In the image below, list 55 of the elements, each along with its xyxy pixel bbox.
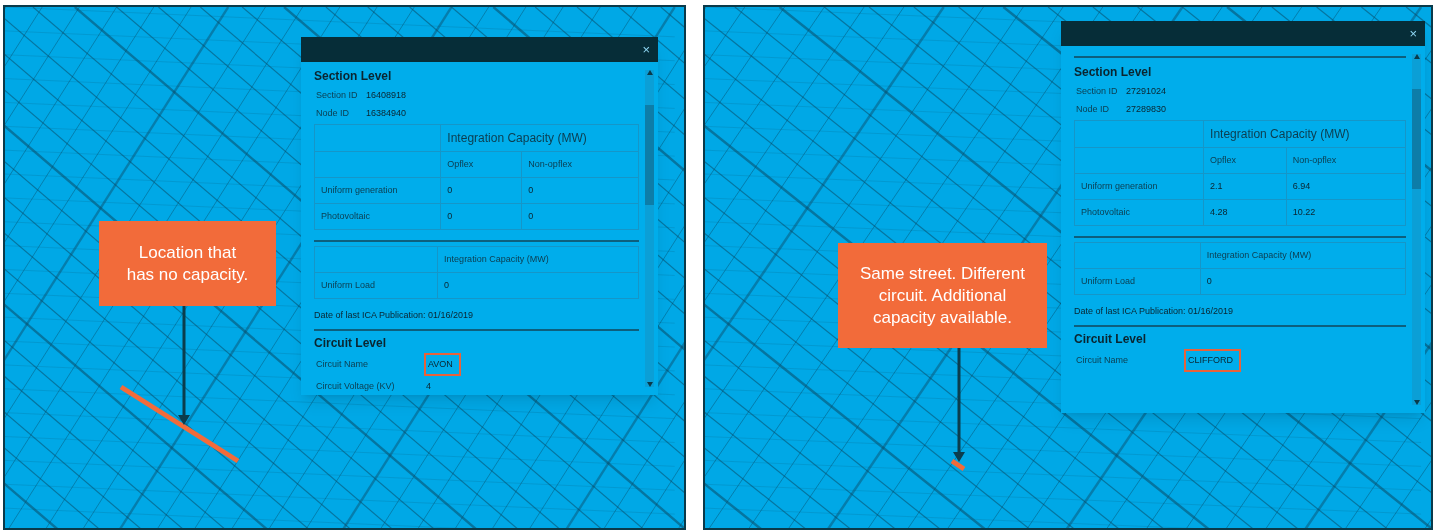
scroll-down-icon[interactable] [646, 382, 653, 387]
field-value: 27289830 [1126, 102, 1167, 116]
field-label: Circuit Name [1076, 353, 1129, 367]
table-cell: 0 [440, 177, 522, 204]
field-value: 16384940 [366, 106, 407, 120]
circuit-value: CLIFFORD [1184, 348, 1241, 372]
circuit-value: AVON [424, 352, 461, 376]
table-cell: 10.22 [1286, 199, 1406, 226]
table-cell: 6.94 [1286, 173, 1406, 200]
table-header: Integration Capacity (MW) [1203, 120, 1406, 148]
table-cell: 4.28 [1203, 199, 1287, 226]
circuit-title: Circuit Level [314, 334, 388, 352]
close-button[interactable]: × [642, 43, 650, 56]
table-cell: 0 [521, 177, 639, 204]
row-label: Uniform Load [1074, 268, 1201, 295]
field-label: Node ID [316, 106, 351, 120]
scroll-down-icon[interactable] [1413, 400, 1420, 405]
close-button[interactable]: × [1409, 27, 1417, 40]
row-label: Uniform Load [314, 272, 438, 299]
scrollbar[interactable] [1412, 54, 1421, 405]
scroll-up-icon[interactable] [1413, 54, 1420, 59]
column-header: Non-opflex [521, 151, 639, 178]
publication-date: Date of last ICA Publication: 01/16/2019 [1074, 305, 1235, 318]
table-header: Integration Capacity (MW) [437, 246, 639, 273]
field-value: 27291024 [1126, 85, 1167, 98]
table-cell: 0 [440, 203, 522, 230]
field-label: Circuit Name [316, 357, 369, 371]
scrollbar[interactable] [645, 70, 654, 387]
column-header: Opflex [440, 151, 522, 178]
scroll-up-icon[interactable] [646, 70, 653, 75]
row-label: Uniform generation [1074, 173, 1204, 200]
highlighted-street-segment [950, 458, 966, 472]
field-label: Circuit Voltage (KV) [316, 380, 396, 393]
table-cell: 0 [1200, 268, 1406, 295]
table-header: Integration Capacity (MW) [440, 124, 639, 152]
table-cell: 2.1 [1203, 173, 1287, 200]
callout-text: Location that has no capacity. [99, 221, 276, 306]
table-cell: 0 [521, 203, 639, 230]
field-label: Section ID [316, 89, 359, 102]
table-header: Integration Capacity (MW) [1200, 242, 1406, 269]
column-header: Non-opflex [1286, 147, 1406, 174]
circuit-value: 4 [425, 380, 432, 393]
table-cell: 0 [437, 272, 639, 299]
field-value: 16408918 [366, 89, 407, 102]
field-label: Section ID [1076, 85, 1119, 98]
circuit-title: Circuit Level [1074, 330, 1148, 348]
row-label: Photovoltaic [314, 203, 441, 230]
row-label: Photovoltaic [1074, 199, 1204, 226]
section-title: Section Level [314, 68, 393, 85]
column-header: Opflex [1203, 147, 1287, 174]
section-title: Section Level [1074, 64, 1153, 81]
publication-date: Date of last ICA Publication: 01/16/2019 [314, 309, 475, 322]
callout-text: Same street. Different circuit. Additional capacity available. [838, 243, 1047, 348]
row-label: Uniform generation [314, 177, 441, 204]
field-label: Node ID [1076, 102, 1111, 116]
